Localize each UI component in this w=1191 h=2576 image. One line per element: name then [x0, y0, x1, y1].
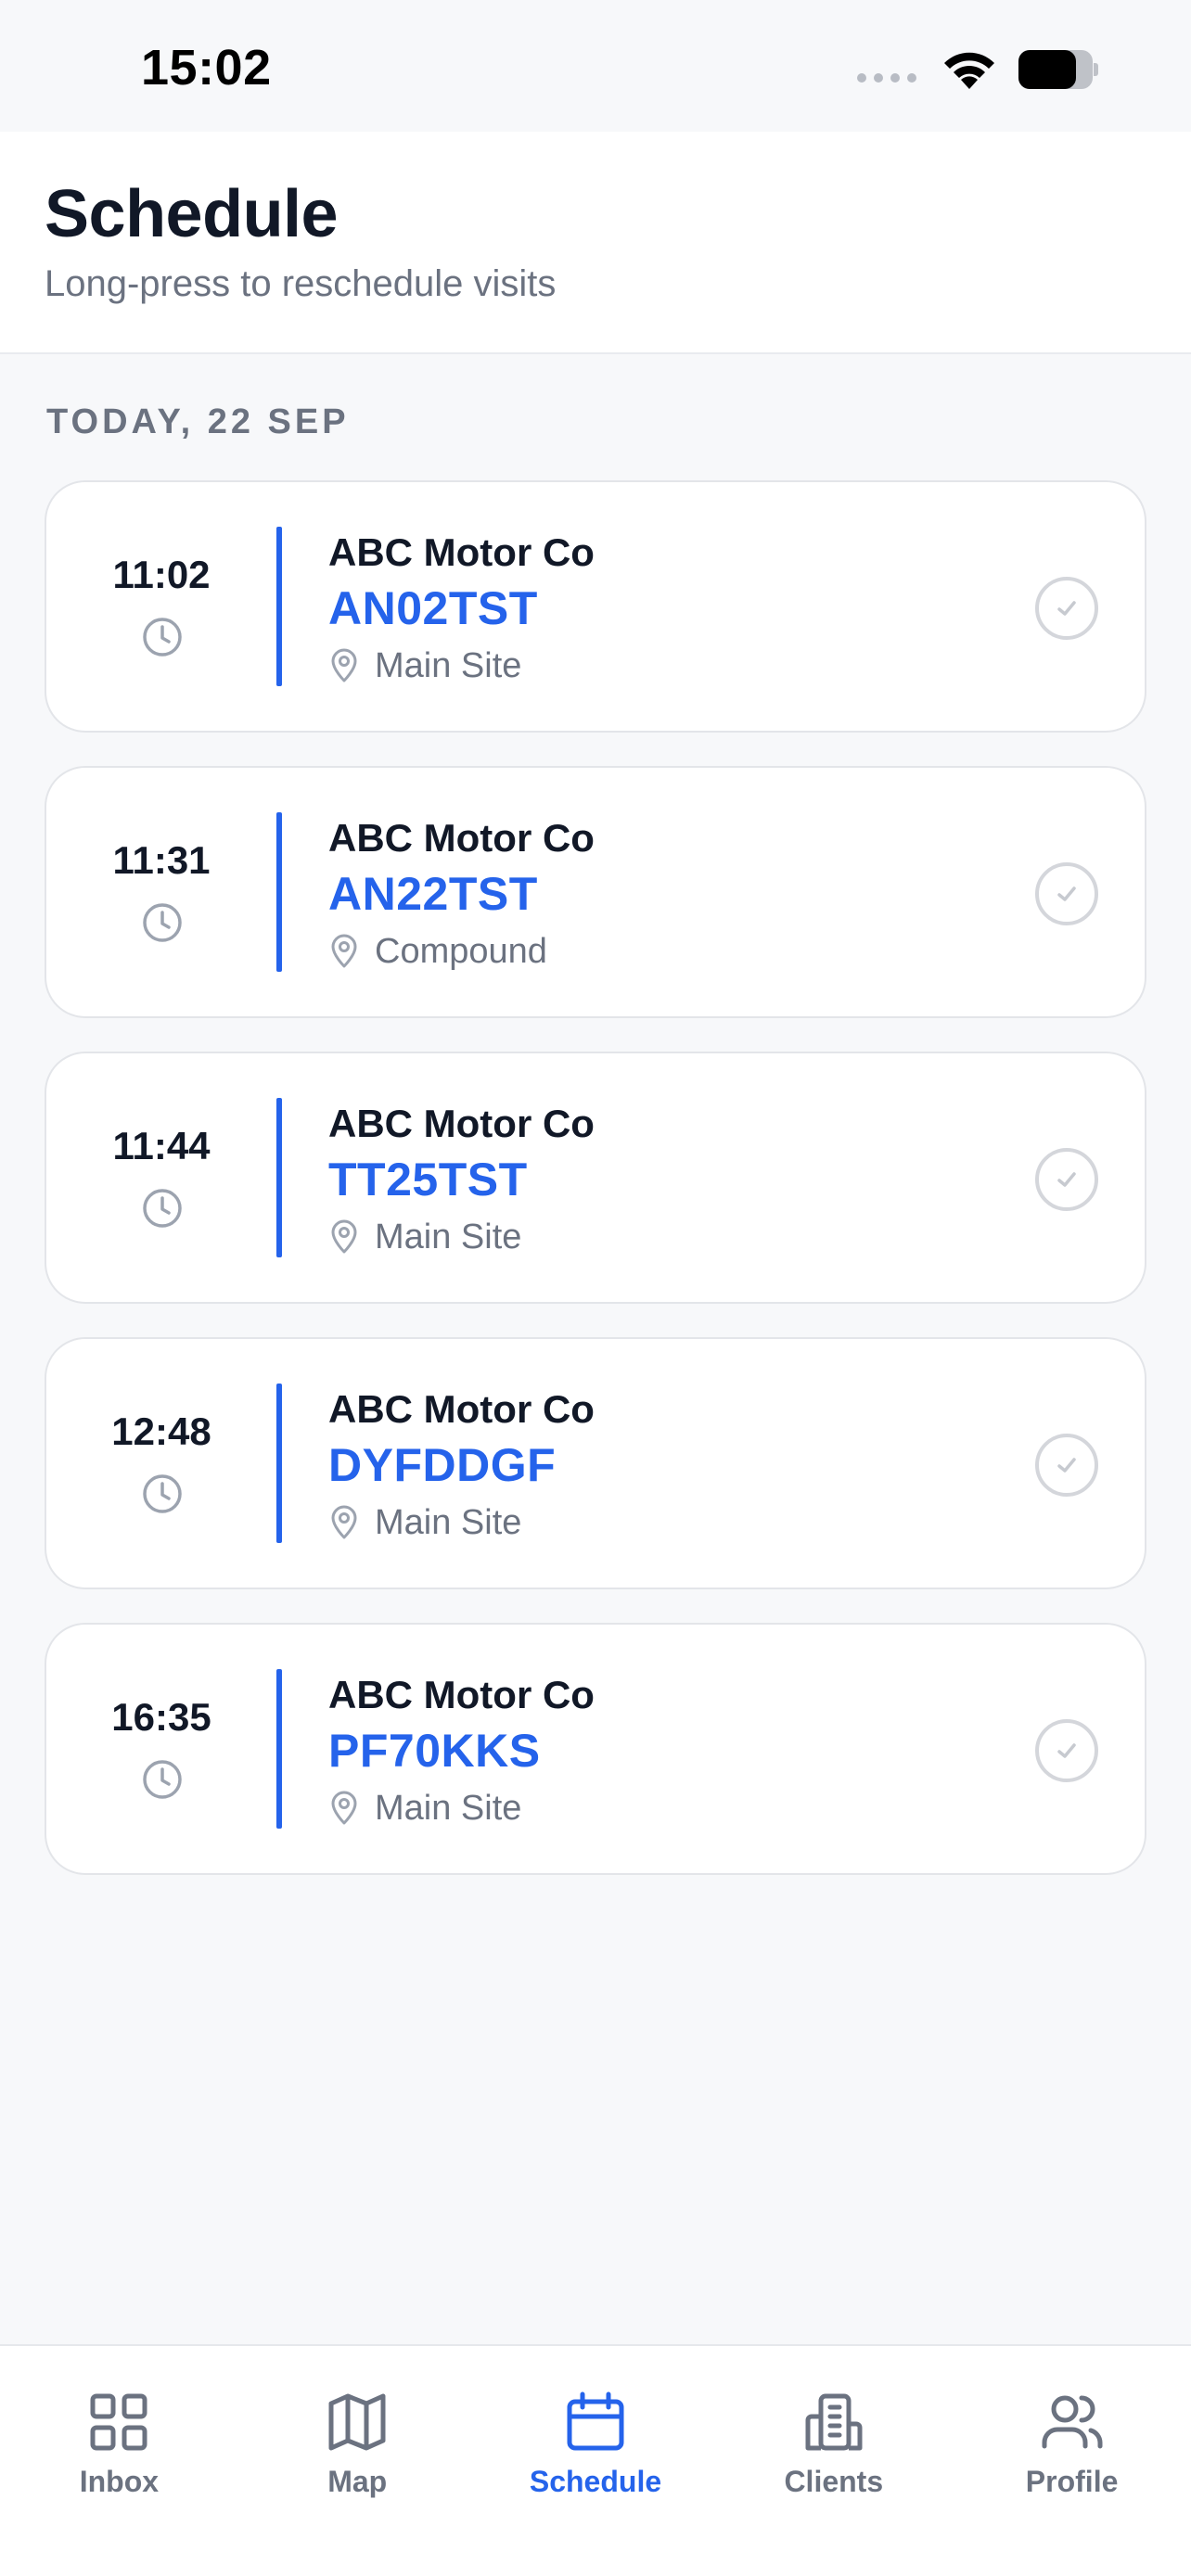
tab-label: Schedule [529, 2465, 662, 2498]
visit-location-text: Main Site [375, 1788, 522, 1828]
visit-location: Main Site [328, 1782, 595, 1834]
visit-location: Compound [328, 925, 595, 977]
clock-icon [143, 1189, 182, 1228]
tab-inbox[interactable]: Inbox [0, 2346, 238, 2513]
visit-client-name: ABC Motor Co [328, 816, 595, 860]
visit-time-column: 11:02 [46, 482, 276, 731]
visit-card[interactable]: 11:31 ABC Motor Co AN22TST Compound [45, 766, 1146, 1018]
location-pin-icon [331, 648, 357, 682]
visit-location-text: Main Site [375, 1217, 522, 1256]
grid-icon [87, 2391, 150, 2454]
page-header: Schedule Long-press to reschedule visits [0, 132, 1191, 354]
visit-time: 16:35 [111, 1695, 211, 1739]
location-pin-icon [331, 934, 357, 968]
visit-accent-bar [276, 527, 282, 686]
clock-icon [143, 903, 182, 942]
visit-client-name: ABC Motor Co [328, 1387, 595, 1431]
visit-card[interactable]: 11:02 ABC Motor Co AN02TST Main Site [45, 480, 1146, 733]
tab-label: Profile [1025, 2465, 1119, 2498]
tab-schedule[interactable]: Schedule [477, 2346, 715, 2513]
visit-time-column: 11:31 [46, 768, 276, 1016]
page-title: Schedule [45, 177, 339, 251]
visit-info: ABC Motor Co TT25TST Main Site [328, 1098, 595, 1263]
visit-time: 11:02 [112, 553, 211, 596]
tab-map[interactable]: Map [238, 2346, 477, 2513]
visit-accent-bar [276, 1669, 282, 1829]
visit-list: 11:02 ABC Motor Co AN02TST Main Site 11:… [45, 480, 1146, 1908]
visit-time: 12:48 [111, 1409, 211, 1453]
visit-card[interactable]: 16:35 ABC Motor Co PF70KKS Main Site [45, 1623, 1146, 1875]
checkmark-icon [1057, 1743, 1076, 1758]
visit-accent-bar [276, 1098, 282, 1257]
visit-location: Main Site [328, 1497, 595, 1549]
status-indicators [857, 48, 1098, 91]
complete-visit-button[interactable] [1035, 1434, 1098, 1497]
visit-client-name: ABC Motor Co [328, 530, 595, 574]
status-bar: 15:02 [0, 0, 1191, 132]
visit-accent-bar [276, 1384, 282, 1543]
tab-label: Inbox [79, 2465, 160, 2498]
visit-registration: AN02TST [328, 582, 538, 634]
clock-icon [143, 1760, 182, 1799]
visit-registration: DYFDDGF [328, 1439, 557, 1491]
date-section-label: TODAY, 22 SEP [46, 402, 350, 441]
tab-label: Clients [784, 2465, 884, 2498]
checkmark-icon [1057, 1172, 1076, 1187]
checkmark-icon [1057, 886, 1076, 901]
complete-visit-button[interactable] [1035, 577, 1098, 640]
visit-location-text: Main Site [375, 1502, 522, 1542]
clock-icon [143, 1474, 182, 1513]
calendar-icon [564, 2391, 627, 2454]
visit-info: ABC Motor Co AN02TST Main Site [328, 527, 595, 692]
visit-card[interactable]: 11:44 ABC Motor Co TT25TST Main Site [45, 1052, 1146, 1304]
location-pin-icon [331, 1505, 357, 1539]
checkmark-icon [1057, 1458, 1076, 1473]
visit-registration: TT25TST [328, 1154, 528, 1205]
visit-time-column: 16:35 [46, 1625, 276, 1873]
location-pin-icon [331, 1791, 357, 1825]
battery-icon [1018, 50, 1098, 89]
complete-visit-button[interactable] [1035, 1148, 1098, 1211]
visit-client-name: ABC Motor Co [328, 1102, 595, 1145]
visit-info: ABC Motor Co PF70KKS Main Site [328, 1669, 595, 1834]
complete-visit-button[interactable] [1035, 862, 1098, 925]
checkmark-icon [1057, 601, 1076, 616]
users-icon [1041, 2391, 1104, 2454]
visit-location: Main Site [328, 1211, 595, 1263]
app-screen: 15:02 Schedule Long-press to reschedule … [0, 0, 1191, 2576]
clock-icon [143, 618, 182, 657]
visit-time: 11:31 [112, 838, 211, 882]
complete-visit-button[interactable] [1035, 1719, 1098, 1782]
bottom-tab-bar: Inbox Map Schedule Clients Profile [0, 2344, 1191, 2576]
visit-registration: AN22TST [328, 868, 538, 920]
tab-label: Map [327, 2465, 388, 2498]
tab-profile[interactable]: Profile [953, 2346, 1191, 2513]
visit-card[interactable]: 12:48 ABC Motor Co DYFDDGF Main Site [45, 1337, 1146, 1589]
visit-accent-bar [276, 812, 282, 972]
location-pin-icon [331, 1219, 357, 1254]
visit-info: ABC Motor Co DYFDDGF Main Site [328, 1384, 595, 1549]
visit-time-column: 11:44 [46, 1053, 276, 1302]
tab-clients[interactable]: Clients [714, 2346, 953, 2513]
visit-time-column: 12:48 [46, 1339, 276, 1588]
visit-location: Main Site [328, 640, 595, 692]
building-icon [802, 2391, 865, 2454]
visit-location-text: Compound [375, 931, 547, 971]
cellular-signal-icon [857, 73, 916, 83]
map-icon [326, 2391, 389, 2454]
page-subtitle: Long-press to reschedule visits [45, 263, 557, 304]
wifi-icon [944, 52, 994, 89]
visit-client-name: ABC Motor Co [328, 1673, 595, 1716]
status-time: 15:02 [141, 40, 272, 96]
visit-registration: PF70KKS [328, 1725, 541, 1777]
visit-time: 11:44 [112, 1124, 211, 1167]
visit-info: ABC Motor Co AN22TST Compound [328, 812, 595, 977]
visit-location-text: Main Site [375, 645, 522, 685]
